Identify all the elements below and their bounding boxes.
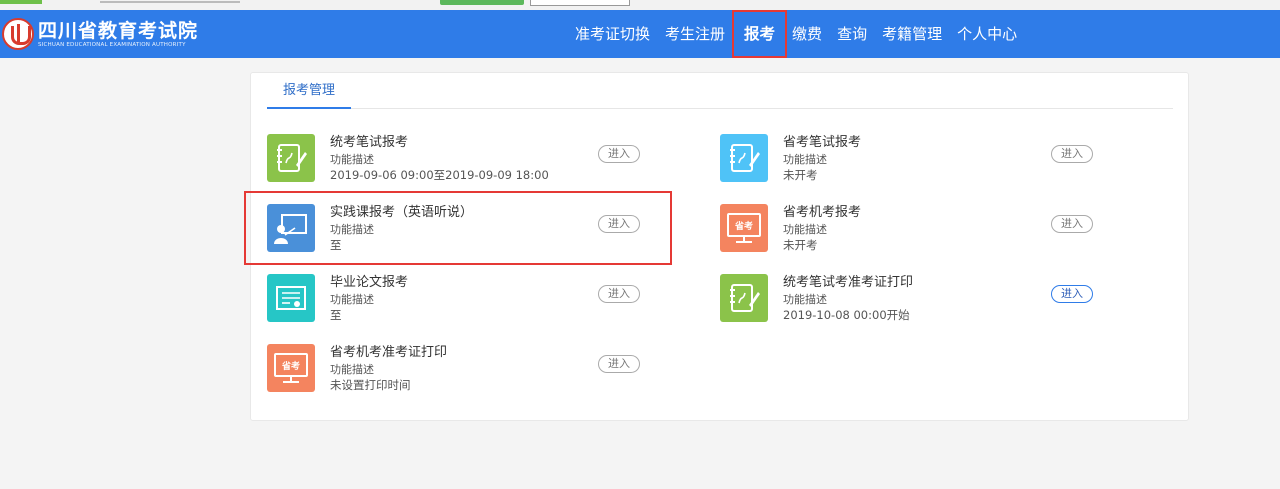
notebook-pen-icon bbox=[720, 134, 768, 182]
card-title: 实践课报考（英语听说） bbox=[330, 205, 474, 220]
enter-button[interactable]: 进入 bbox=[1051, 215, 1093, 233]
browser-top-strip bbox=[0, 0, 1280, 10]
strip-fragment bbox=[0, 0, 42, 4]
presenter-board-icon bbox=[267, 204, 315, 252]
enter-button[interactable]: 进入 bbox=[1051, 145, 1093, 163]
card-time: 未设置打印时间 bbox=[330, 378, 411, 392]
tab-apply-management[interactable]: 报考管理 bbox=[267, 73, 352, 109]
nav-item-records[interactable]: 考籍管理 bbox=[882, 10, 942, 58]
card-time: 2019-10-08 00:00开始 bbox=[783, 308, 910, 322]
nav-item-personal-center[interactable]: 个人中心 bbox=[957, 10, 1017, 58]
emblem-icon bbox=[2, 18, 34, 50]
nav-item-register[interactable]: 考生注册 bbox=[665, 10, 725, 58]
logo-text: 四川省教育考试院 SICHUAN EDUCATIONAL EXAMINATION… bbox=[38, 20, 198, 49]
card-title: 省考笔试报考 bbox=[783, 135, 862, 150]
top-navbar: 四川省教育考试院 SICHUAN EDUCATIONAL EXAMINATION… bbox=[0, 10, 1280, 58]
apply-management-panel: 报考管理 统考笔试报考 功能描述 2019-09-06 09:00至2019-0… bbox=[250, 72, 1189, 421]
enter-button[interactable]: 进入 bbox=[598, 145, 640, 163]
card-desc: 功能描述 bbox=[330, 363, 374, 376]
notebook-pen-icon bbox=[267, 134, 315, 182]
card-title: 统考笔试报考 bbox=[330, 135, 409, 150]
icon-label: 省考 bbox=[734, 220, 753, 232]
card-provincial-written-apply: 省考笔试报考 功能描述 未开考 进入 bbox=[720, 129, 1160, 191]
site-logo[interactable]: 四川省教育考试院 SICHUAN EDUCATIONAL EXAMINATION… bbox=[2, 16, 198, 52]
computer-exam-icon: 省考 bbox=[267, 344, 315, 392]
card-title: 省考机考准考证打印 bbox=[330, 345, 448, 360]
nav-item-apply[interactable]: 报考 bbox=[732, 10, 788, 58]
site-name-cn: 四川省教育考试院 bbox=[38, 19, 199, 42]
site-name-en: SICHUAN EDUCATIONAL EXAMINATION AUTHORIT… bbox=[38, 41, 186, 48]
card-provincial-computer-apply: 省考 省考机考报考 功能描述 未开考 进入 bbox=[720, 199, 1160, 261]
card-title: 省考机考报考 bbox=[783, 205, 862, 220]
enter-button[interactable]: 进入 bbox=[1051, 285, 1093, 303]
card-desc: 功能描述 bbox=[330, 153, 374, 166]
strip-fragment bbox=[100, 1, 240, 3]
card-thesis-apply: 毕业论文报考 功能描述 至 进入 bbox=[267, 269, 707, 331]
card-desc: 功能描述 bbox=[783, 153, 827, 166]
card-desc: 功能描述 bbox=[783, 293, 827, 306]
card-unified-written-apply: 统考笔试报考 功能描述 2019-09-06 09:00至2019-09-09 … bbox=[267, 129, 707, 191]
enter-button[interactable]: 进入 bbox=[598, 215, 640, 233]
card-time: 未开考 bbox=[783, 168, 818, 182]
card-time: 2019-09-06 09:00至2019-09-09 18:00 bbox=[330, 168, 549, 182]
nav-item-admission-switch[interactable]: 准考证切换 bbox=[575, 10, 650, 58]
card-desc: 功能描述 bbox=[330, 293, 374, 306]
nav-item-payment[interactable]: 缴费 bbox=[792, 10, 822, 58]
computer-exam-icon: 省考 bbox=[720, 204, 768, 252]
notebook-pen-icon bbox=[720, 274, 768, 322]
card-time: 至 bbox=[330, 308, 342, 322]
card-practice-course-apply: 实践课报考（英语听说） 功能描述 至 进入 bbox=[267, 199, 707, 261]
icon-label: 省考 bbox=[281, 360, 300, 372]
card-provincial-computer-admission-print: 省考 省考机考准考证打印 功能描述 未设置打印时间 进入 bbox=[267, 339, 707, 401]
card-desc: 功能描述 bbox=[330, 223, 374, 236]
card-time: 至 bbox=[330, 238, 342, 252]
enter-button[interactable]: 进入 bbox=[598, 285, 640, 303]
card-title: 毕业论文报考 bbox=[330, 275, 409, 290]
strip-fragment bbox=[440, 0, 524, 5]
nav-item-query[interactable]: 查询 bbox=[837, 10, 867, 58]
strip-fragment bbox=[530, 0, 630, 6]
card-unified-written-admission-print: 统考笔试考准考证打印 功能描述 2019-10-08 00:00开始 进入 bbox=[720, 269, 1160, 331]
card-desc: 功能描述 bbox=[783, 223, 827, 236]
card-time: 未开考 bbox=[783, 238, 818, 252]
card-title: 统考笔试考准考证打印 bbox=[783, 275, 914, 290]
enter-button[interactable]: 进入 bbox=[598, 355, 640, 373]
main-menu: 准考证切换 考生注册 报考 缴费 查询 考籍管理 个人中心 bbox=[575, 10, 1032, 58]
certificate-icon bbox=[267, 274, 315, 322]
tab-bar: 报考管理 bbox=[267, 73, 1173, 109]
